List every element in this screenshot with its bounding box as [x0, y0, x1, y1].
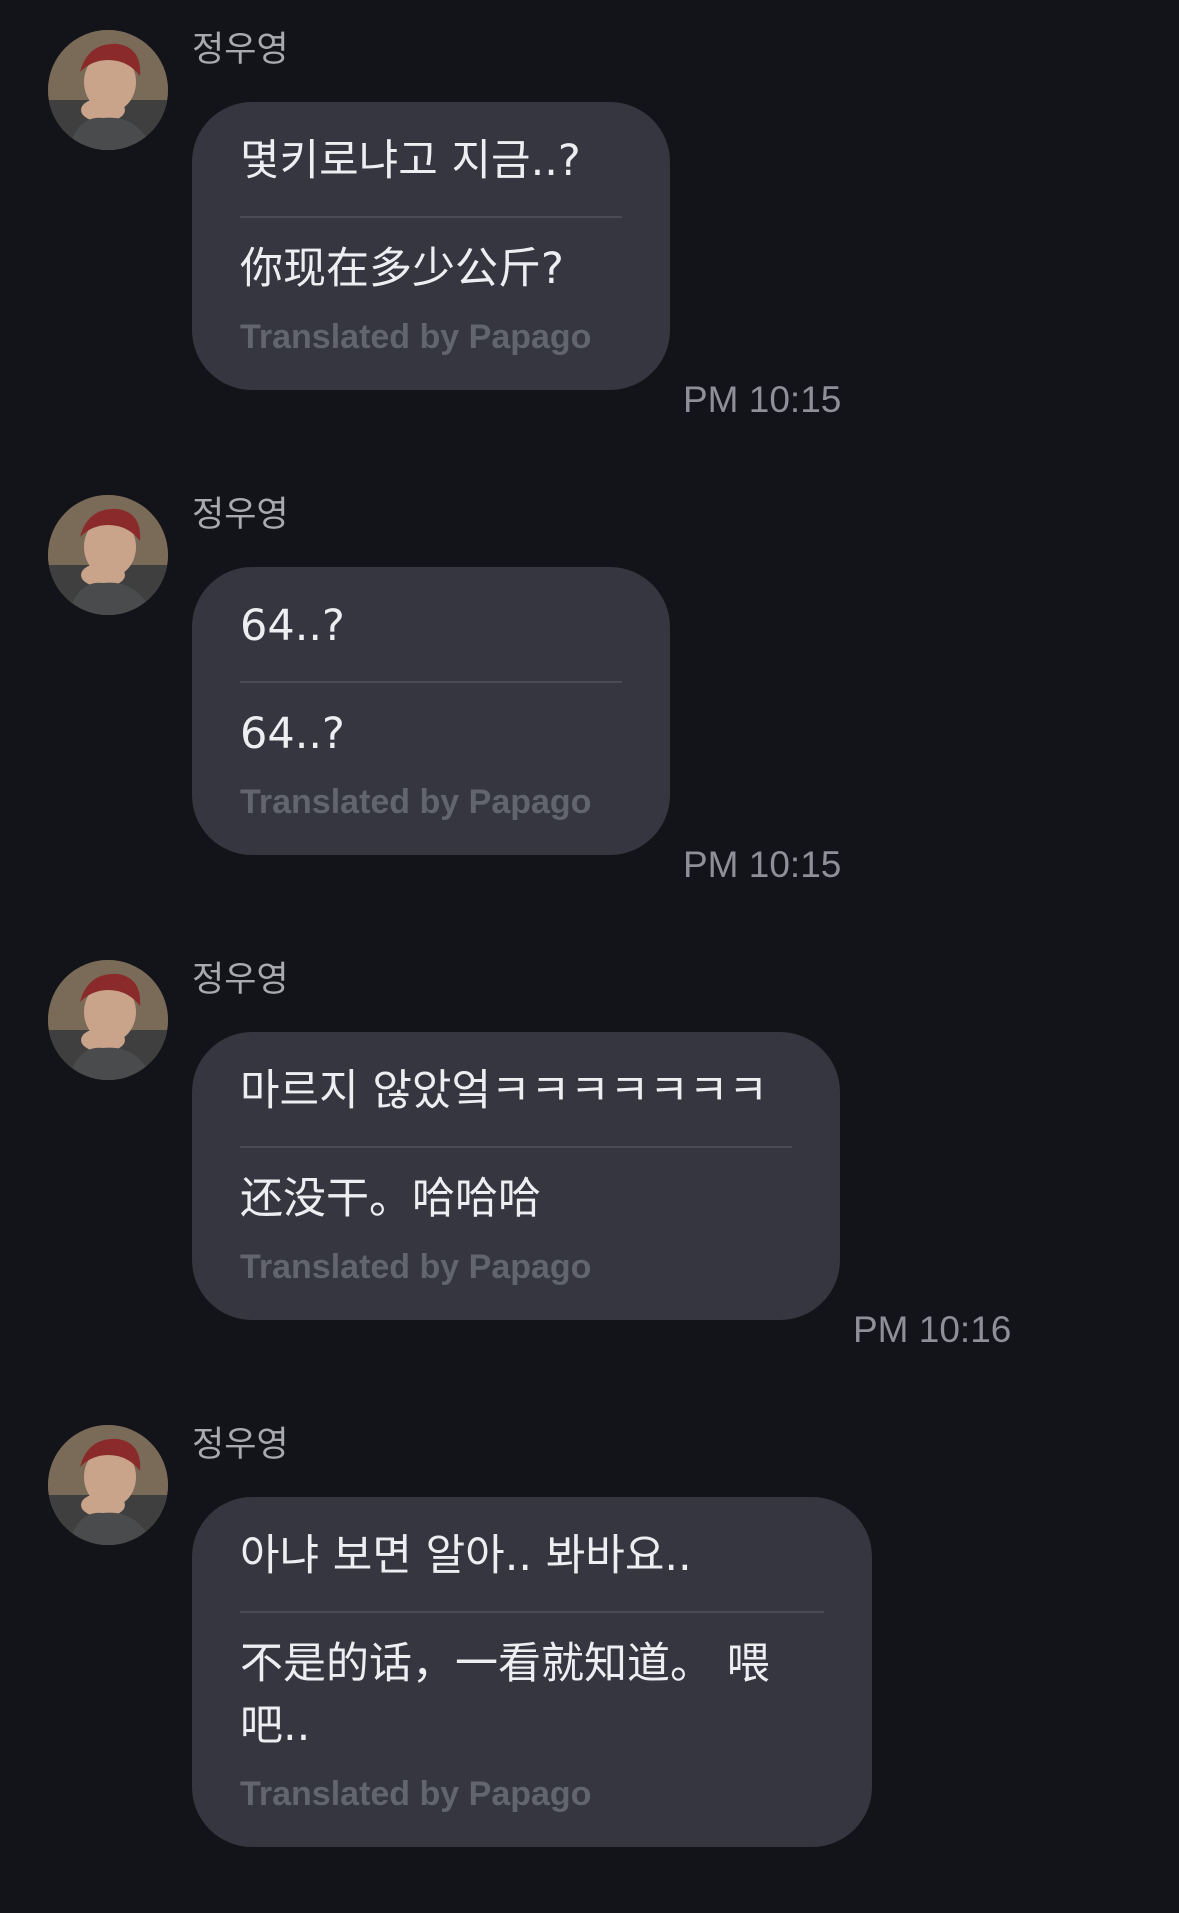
translated-text: 不是的话，一看就知道。 喂吧..	[240, 1639, 770, 1751]
translation-credit: Translated by Papago	[240, 783, 592, 821]
message-time: PM 10:16	[853, 1309, 1012, 1350]
message-time: PM 10:15	[683, 379, 842, 420]
original-text: 64..?	[240, 601, 345, 651]
divider	[240, 1146, 792, 1148]
message-time: PM 10:15	[683, 844, 842, 885]
translation-credit: Translated by Papago	[240, 318, 592, 356]
message-bubble[interactable]: 64..? 64..? Translated by Papago	[192, 567, 670, 855]
original-text: 몇키로냐고 지금..?	[240, 136, 581, 186]
sender-avatar[interactable]	[48, 495, 168, 615]
translated-text: 还没干。哈哈哈	[240, 1174, 541, 1224]
sender-name: 정우영	[192, 495, 289, 535]
translation-credit: Translated by Papago	[240, 1248, 592, 1286]
sender-name: 정우영	[192, 30, 289, 70]
translated-text: 你现在多少公斤?	[240, 244, 564, 294]
sender-avatar[interactable]	[48, 960, 168, 1080]
translation-credit: Translated by Papago	[240, 1775, 592, 1813]
translated-text: 64..?	[240, 709, 345, 759]
message-bubble[interactable]: 몇키로냐고 지금..? 你现在多少公斤? Translated by Papag…	[192, 102, 670, 390]
sender-avatar[interactable]	[48, 30, 168, 150]
sender-name: 정우영	[192, 1425, 289, 1465]
message-bubble[interactable]: 아냐 보면 알아.. 봐바요.. 不是的话，一看就知道。 喂吧.. Transl…	[192, 1497, 872, 1847]
original-text: 아냐 보면 알아.. 봐바요..	[240, 1531, 692, 1581]
divider	[240, 216, 622, 218]
divider	[240, 681, 622, 683]
sender-avatar[interactable]	[48, 1425, 168, 1545]
divider	[240, 1611, 824, 1613]
message-bubble[interactable]: 마르지 않았엌ㅋㅋㅋㅋㅋㅋㅋ 还没干。哈哈哈 Translated by Pap…	[192, 1032, 840, 1320]
sender-name: 정우영	[192, 960, 289, 1000]
original-text: 마르지 않았엌ㅋㅋㅋㅋㅋㅋㅋ	[240, 1066, 768, 1116]
